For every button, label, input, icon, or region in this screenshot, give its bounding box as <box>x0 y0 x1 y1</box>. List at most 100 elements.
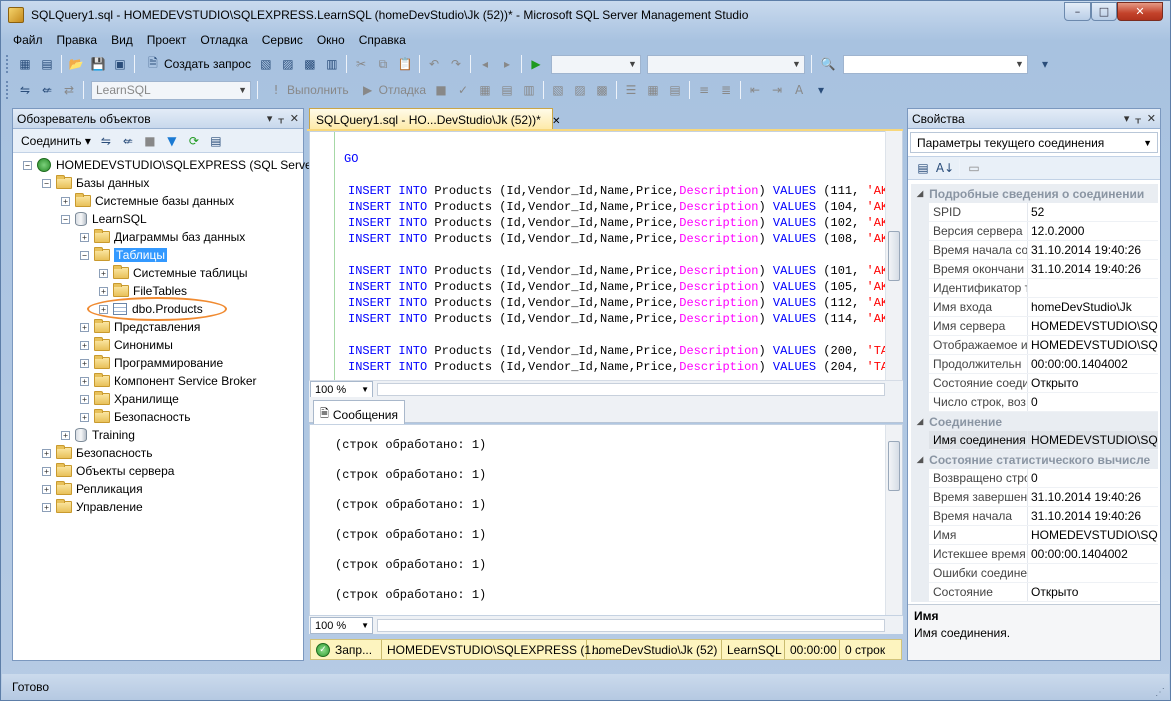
cancel-execution-icon[interactable]: ■ <box>432 81 450 99</box>
expand-icon[interactable]: + <box>99 286 108 296</box>
copy-icon[interactable]: ⧉ <box>374 55 392 73</box>
mdx-query-icon[interactable]: ▨ <box>279 55 297 73</box>
property-row[interactable]: Время окончани 31.10.2014 19:40:26 <box>929 260 1158 279</box>
messages-vertical-scrollbar[interactable] <box>885 425 902 615</box>
tree-node-synonyms[interactable]: + Синонимы <box>80 336 173 354</box>
estimated-plan-icon[interactable]: ▦ <box>476 81 494 99</box>
collapse-icon[interactable]: − <box>23 160 32 170</box>
property-row[interactable]: SPID 52 <box>929 203 1158 222</box>
find-combo[interactable]: ▼ <box>842 54 1028 74</box>
property-row[interactable]: Идентификатор т <box>929 279 1158 298</box>
cut-icon[interactable]: ✂ <box>352 55 370 73</box>
start-debug-icon[interactable]: ▶ <box>527 55 545 73</box>
intellisense-icon[interactable]: ▥ <box>520 81 538 99</box>
menu-tools[interactable]: Сервис <box>255 31 310 51</box>
property-row[interactable]: Возвращено стро 0 <box>929 469 1158 488</box>
property-row[interactable]: Отображаемое и HOMEDEVSTUDIO\SQLI <box>929 336 1158 355</box>
property-category[interactable]: ◢ Подробные сведения о соединении <box>911 184 1158 203</box>
alphabetical-icon[interactable]: A↓ <box>936 159 954 177</box>
tree-node-views[interactable]: + Представления <box>80 318 200 336</box>
new-project-icon[interactable]: ▦ <box>16 55 34 73</box>
editor-horizontal-scrollbar[interactable] <box>377 383 885 396</box>
property-row[interactable]: Имя входа homeDevStudio\Jk <box>929 298 1158 317</box>
menu-help[interactable]: Справка <box>352 31 413 51</box>
open-file-icon[interactable]: 📂 <box>67 55 85 73</box>
solution-platform-combo[interactable]: ▼ <box>646 54 805 74</box>
save-icon[interactable]: 💾 <box>89 55 107 73</box>
pin-icon[interactable]: ᚁ <box>278 112 283 125</box>
dropdown-icon[interactable]: ▾ <box>267 112 273 125</box>
undo-icon[interactable]: ↶ <box>425 55 443 73</box>
property-row[interactable]: Продолжительн 00:00:00.1404002 <box>929 355 1158 374</box>
include-plan-icon[interactable]: ▧ <box>549 81 567 99</box>
editor-vertical-scrollbar[interactable] <box>885 131 902 380</box>
tree-node-management[interactable]: + Управление <box>42 498 143 516</box>
property-row[interactable]: Состояние соеди Открыто <box>929 374 1158 393</box>
property-row[interactable]: Состояние Открыто <box>929 583 1158 602</box>
expand-icon[interactable]: + <box>42 466 51 476</box>
menu-view[interactable]: Вид <box>104 31 140 51</box>
tree-node-server[interactable]: − HOMEDEVSTUDIO\SQLEXPRESS (SQL Server 1… <box>23 156 332 174</box>
close-icon[interactable]: ✕ <box>552 116 560 127</box>
solution-config-combo[interactable]: ▼ <box>550 54 641 74</box>
parse-icon[interactable]: ✓ <box>454 81 472 99</box>
messages-zoom-combo[interactable]: 100 % ▼ <box>310 617 373 634</box>
dmx-query-icon[interactable]: ▩ <box>301 55 319 73</box>
refresh-icon[interactable]: ⟳ <box>185 132 203 150</box>
paste-icon[interactable]: 📋 <box>396 55 414 73</box>
menu-project[interactable]: Проект <box>140 31 194 51</box>
property-row[interactable]: Время завершен 31.10.2014 19:40:26 <box>929 488 1158 507</box>
stop-icon[interactable]: ■ <box>141 132 159 150</box>
filter-icon[interactable]: ▼ <box>163 132 181 150</box>
connect-button[interactable]: Соединить ▾ <box>17 134 95 148</box>
expand-icon[interactable]: + <box>42 448 51 458</box>
query-designer-icon[interactable]: ▤ <box>498 81 516 99</box>
categorized-icon[interactable]: ▤ <box>914 159 932 177</box>
expand-icon[interactable]: + <box>80 322 89 332</box>
uncomment-icon[interactable]: ≣ <box>717 81 735 99</box>
menu-file[interactable]: Файл <box>6 31 50 51</box>
expand-icon[interactable]: + <box>80 394 89 404</box>
add-item-icon[interactable]: ▤ <box>38 55 56 73</box>
connect-icon[interactable]: ⇋ <box>16 81 34 99</box>
collapse-icon[interactable]: ◢ <box>917 189 923 198</box>
expand-icon[interactable]: + <box>80 340 89 350</box>
property-row[interactable]: Число строк, воз 0 <box>929 393 1158 412</box>
db-engine-query-icon[interactable]: ▧ <box>257 55 275 73</box>
results-to-grid-icon[interactable]: ▦ <box>644 81 662 99</box>
expand-icon[interactable]: + <box>42 484 51 494</box>
change-connection-icon[interactable]: ⇄ <box>60 81 78 99</box>
tree-node-service-broker[interactable]: + Компонент Service Broker <box>80 372 257 390</box>
collapse-icon[interactable]: − <box>42 178 51 188</box>
save-all-icon[interactable]: ▣ <box>111 55 129 73</box>
editor-zoom-combo[interactable]: 100 % ▼ <box>310 381 373 398</box>
available-databases-combo[interactable]: LearnSQL ▼ <box>91 80 251 100</box>
expand-icon[interactable]: + <box>61 196 70 206</box>
tree-node-replication[interactable]: + Репликация <box>42 480 143 498</box>
specify-values-icon[interactable]: A <box>790 81 808 99</box>
redo-icon[interactable]: ↷ <box>447 55 465 73</box>
collapse-icon[interactable]: − <box>80 250 89 260</box>
property-row[interactable]: Истекшее время 00:00:00.1404002 <box>929 545 1158 564</box>
live-stats-icon[interactable]: ▨ <box>571 81 589 99</box>
connect-icon[interactable]: ⇋ <box>97 132 115 150</box>
properties-object-combo[interactable]: Параметры текущего соединения ▼ <box>910 132 1158 153</box>
client-stats-icon[interactable]: ▩ <box>593 81 611 99</box>
tab-sqlquery1[interactable]: SQLQuery1.sql - HO...DevStudio\Jk (52))*… <box>309 108 560 130</box>
collapse-icon[interactable]: ◢ <box>917 455 923 464</box>
toolbar-grip[interactable] <box>6 81 10 99</box>
tree-node-programmability[interactable]: + Программирование <box>80 354 223 372</box>
tree-node-system-databases[interactable]: + Системные базы данных <box>61 192 234 210</box>
comment-icon[interactable]: ≡ <box>695 81 713 99</box>
property-pages-icon[interactable]: ▭ <box>965 159 983 177</box>
tree-node-training[interactable]: + Training <box>61 426 135 444</box>
tree-node-security[interactable]: + Безопасность <box>42 444 153 462</box>
dropdown-icon[interactable]: ▾ <box>1124 112 1130 125</box>
find-in-files-icon[interactable]: 🔍 <box>819 55 837 73</box>
disconnect-icon[interactable]: ⇍ <box>119 132 137 150</box>
scrollbar-thumb[interactable] <box>888 441 900 491</box>
property-row[interactable]: Версия сервера 12.0.2000 <box>929 222 1158 241</box>
property-row[interactable]: Время начала 31.10.2014 19:40:26 <box>929 507 1158 526</box>
xmla-query-icon[interactable]: ▥ <box>323 55 341 73</box>
minimize-button[interactable]: – <box>1064 2 1091 21</box>
